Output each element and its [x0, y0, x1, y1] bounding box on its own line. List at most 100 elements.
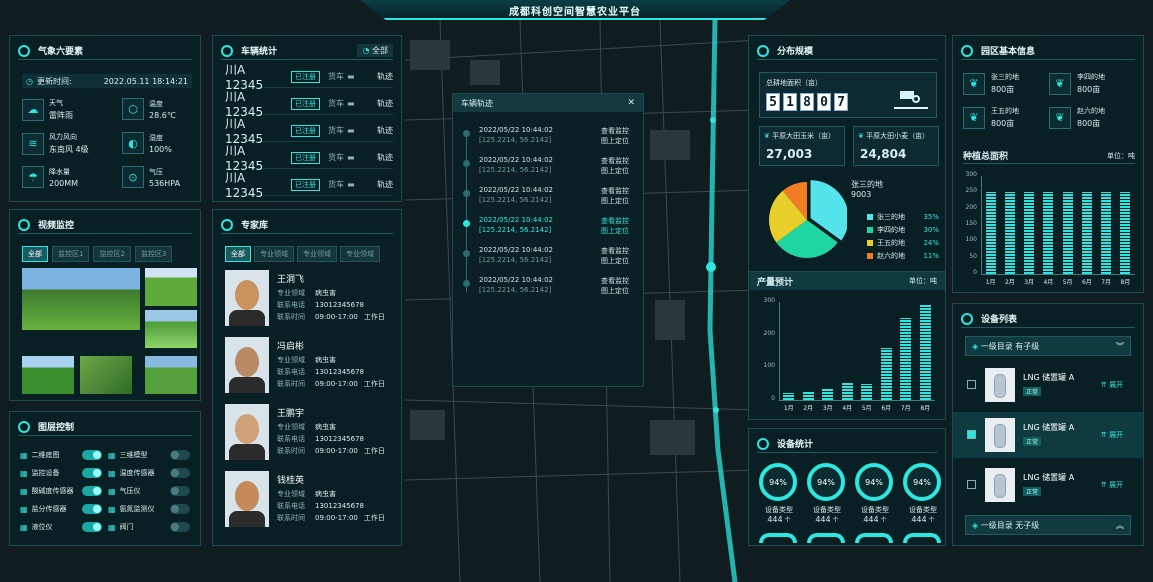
- view-monitor-link[interactable]: 查看监控: [601, 246, 629, 256]
- expert-info-value: 病虫害: [315, 289, 336, 297]
- vehicle-track-link[interactable]: 轨迹: [377, 152, 393, 163]
- device-item[interactable]: LNG 储置罐 A 正常 ⇈ 展开: [953, 412, 1143, 458]
- video-tab[interactable]: 监控区3: [134, 246, 173, 262]
- chart-bar[interactable]: [822, 388, 834, 400]
- chevron-up-icon[interactable]: ︽: [1116, 520, 1124, 531]
- device-group-1[interactable]: ◈ 一级目录 有子级 ︾: [965, 336, 1131, 356]
- chart-bar[interactable]: [1024, 192, 1035, 274]
- device-group-2[interactable]: ◈ 一级目录 无子级 ︽: [965, 515, 1131, 535]
- avatar: [225, 337, 269, 393]
- rain-icon: ☂: [22, 166, 44, 188]
- expert-tab[interactable]: 全部: [225, 246, 251, 262]
- chart-bar[interactable]: [841, 382, 853, 400]
- layer-toggle[interactable]: [170, 450, 190, 460]
- chart-bar[interactable]: [919, 305, 931, 400]
- layer-item: ▦ 盐分传感器: [20, 504, 102, 514]
- chart-bar[interactable]: [1081, 192, 1092, 274]
- chart-bar[interactable]: [802, 391, 814, 400]
- weather-item: ≋ 风力风向 东南风 4级: [22, 132, 89, 155]
- expert-tab[interactable]: 专业领域: [340, 246, 380, 262]
- locate-on-map-link[interactable]: 图上定位: [601, 136, 629, 146]
- device-checkbox[interactable]: [967, 380, 976, 389]
- video-tab[interactable]: 监控区2: [93, 246, 131, 262]
- video-feed-6[interactable]: [145, 356, 197, 394]
- video-tab[interactable]: 全部: [22, 246, 48, 262]
- chevron-down-icon[interactable]: ︾: [1116, 341, 1124, 352]
- video-feed-4[interactable]: [22, 356, 74, 394]
- x-tick-label: 6月: [1081, 279, 1092, 286]
- vehicle-track-link[interactable]: 轨迹: [377, 71, 393, 82]
- vehicle-filter-button[interactable]: ◔ 全部: [357, 44, 393, 57]
- wheat-label: 平原大田小麦（亩）: [866, 132, 930, 140]
- layer-toggle[interactable]: [170, 522, 190, 532]
- locate-on-map-link[interactable]: 图上定位: [601, 166, 629, 176]
- expert-tab[interactable]: 专业领域: [254, 246, 294, 262]
- layer-toggle[interactable]: [170, 468, 190, 478]
- layer-toggle[interactable]: [82, 522, 102, 532]
- locate-on-map-link[interactable]: 图上定位: [601, 226, 629, 236]
- device-checkbox[interactable]: [967, 430, 976, 439]
- layer-toggle[interactable]: [82, 450, 102, 460]
- vehicle-track-link[interactable]: 轨迹: [377, 125, 393, 136]
- locate-on-map-link[interactable]: 图上定位: [601, 256, 629, 266]
- chart-bar[interactable]: [1062, 192, 1073, 274]
- video-title: 视频监控: [38, 221, 75, 231]
- expert-info-row: 联系电话 13012345678: [277, 300, 397, 310]
- view-monitor-link[interactable]: 查看监控: [601, 276, 629, 286]
- layer-item: ▦ 阀门: [108, 522, 190, 532]
- garden-panel-title: 园区基本信息: [961, 42, 1135, 60]
- layer-label: 二维底图: [31, 451, 60, 459]
- vehicle-row[interactable]: 川A 12345 已注册 货车 ▬ 轨迹: [225, 117, 393, 146]
- view-monitor-link[interactable]: 查看监控: [601, 126, 629, 136]
- view-monitor-link[interactable]: 查看监控: [601, 186, 629, 196]
- equipment-count-value: 444: [911, 515, 927, 524]
- chart-bar[interactable]: [1101, 192, 1112, 274]
- close-icon[interactable]: ✕: [627, 98, 635, 108]
- expand-button[interactable]: ⇈ 展开: [1101, 380, 1123, 390]
- layer-toggle[interactable]: [170, 504, 190, 514]
- locate-on-map-link[interactable]: 图上定位: [601, 286, 629, 296]
- expert-name: 王鹏宇: [277, 409, 305, 419]
- vehicle-row[interactable]: 川A 12345 已注册 货车 ▬ 轨迹: [225, 171, 393, 200]
- device-item[interactable]: LNG 储置罐 A 正常 ⇈ 展开: [953, 462, 1143, 508]
- device-checkbox[interactable]: [967, 480, 976, 489]
- vehicle-track-link[interactable]: 轨迹: [377, 179, 393, 190]
- layer-item: ▦ 氨氮监测仪: [108, 504, 190, 514]
- video-feed-2[interactable]: [145, 268, 197, 306]
- chart-bar[interactable]: [1004, 192, 1015, 274]
- video-feed-5[interactable]: [80, 356, 132, 394]
- chart-bar[interactable]: [1043, 192, 1054, 274]
- expand-button[interactable]: ⇈ 展开: [1101, 480, 1123, 490]
- weather-item-label: 气压: [149, 167, 163, 176]
- view-monitor-link[interactable]: 查看监控: [601, 216, 629, 226]
- video-feed-3[interactable]: [145, 310, 197, 348]
- layer-toggle[interactable]: [170, 486, 190, 496]
- layer-label: 氨氮监测仪: [119, 505, 155, 513]
- panel-title-icon: [18, 420, 30, 433]
- chart-bar[interactable]: [783, 393, 795, 400]
- track-point-coord: [125.2214, 56.2142]: [479, 256, 552, 264]
- expert-tab[interactable]: 专业领域: [297, 246, 337, 262]
- expand-button[interactable]: ⇈ 展开: [1101, 430, 1123, 440]
- equipment-ring-partial: [759, 533, 797, 543]
- total-area-card: 总耕地面积（亩） 51807: [759, 72, 937, 118]
- vehicle-track-link[interactable]: 轨迹: [377, 98, 393, 109]
- chart-bar[interactable]: [880, 347, 892, 400]
- layer-toggle[interactable]: [82, 468, 102, 478]
- chart-bar[interactable]: [900, 318, 912, 400]
- layer-toggle[interactable]: [82, 486, 102, 496]
- locate-on-map-link[interactable]: 图上定位: [601, 196, 629, 206]
- vehicle-row[interactable]: 川A 12345 已注册 货车 ▬ 轨迹: [225, 144, 393, 173]
- layer-toggle[interactable]: [82, 504, 102, 514]
- chart-bar[interactable]: [861, 383, 873, 400]
- video-tab[interactable]: 监控区1: [52, 246, 90, 262]
- track-point-marker: [463, 160, 470, 167]
- vehicle-row[interactable]: 川A 12345 已注册 货车 ▬ 轨迹: [225, 90, 393, 119]
- video-feed-1[interactable]: [22, 268, 140, 330]
- device-item[interactable]: LNG 储置罐 A 正常 ⇈ 展开: [953, 362, 1143, 408]
- view-monitor-link[interactable]: 查看监控: [601, 156, 629, 166]
- chart-bar[interactable]: [985, 192, 996, 274]
- vehicle-row[interactable]: 川A 12345 已注册 货车 ▬ 轨迹: [225, 63, 393, 92]
- track-point-time: 2022/05/22 10:44:02: [479, 156, 554, 164]
- chart-bar[interactable]: [1120, 192, 1131, 274]
